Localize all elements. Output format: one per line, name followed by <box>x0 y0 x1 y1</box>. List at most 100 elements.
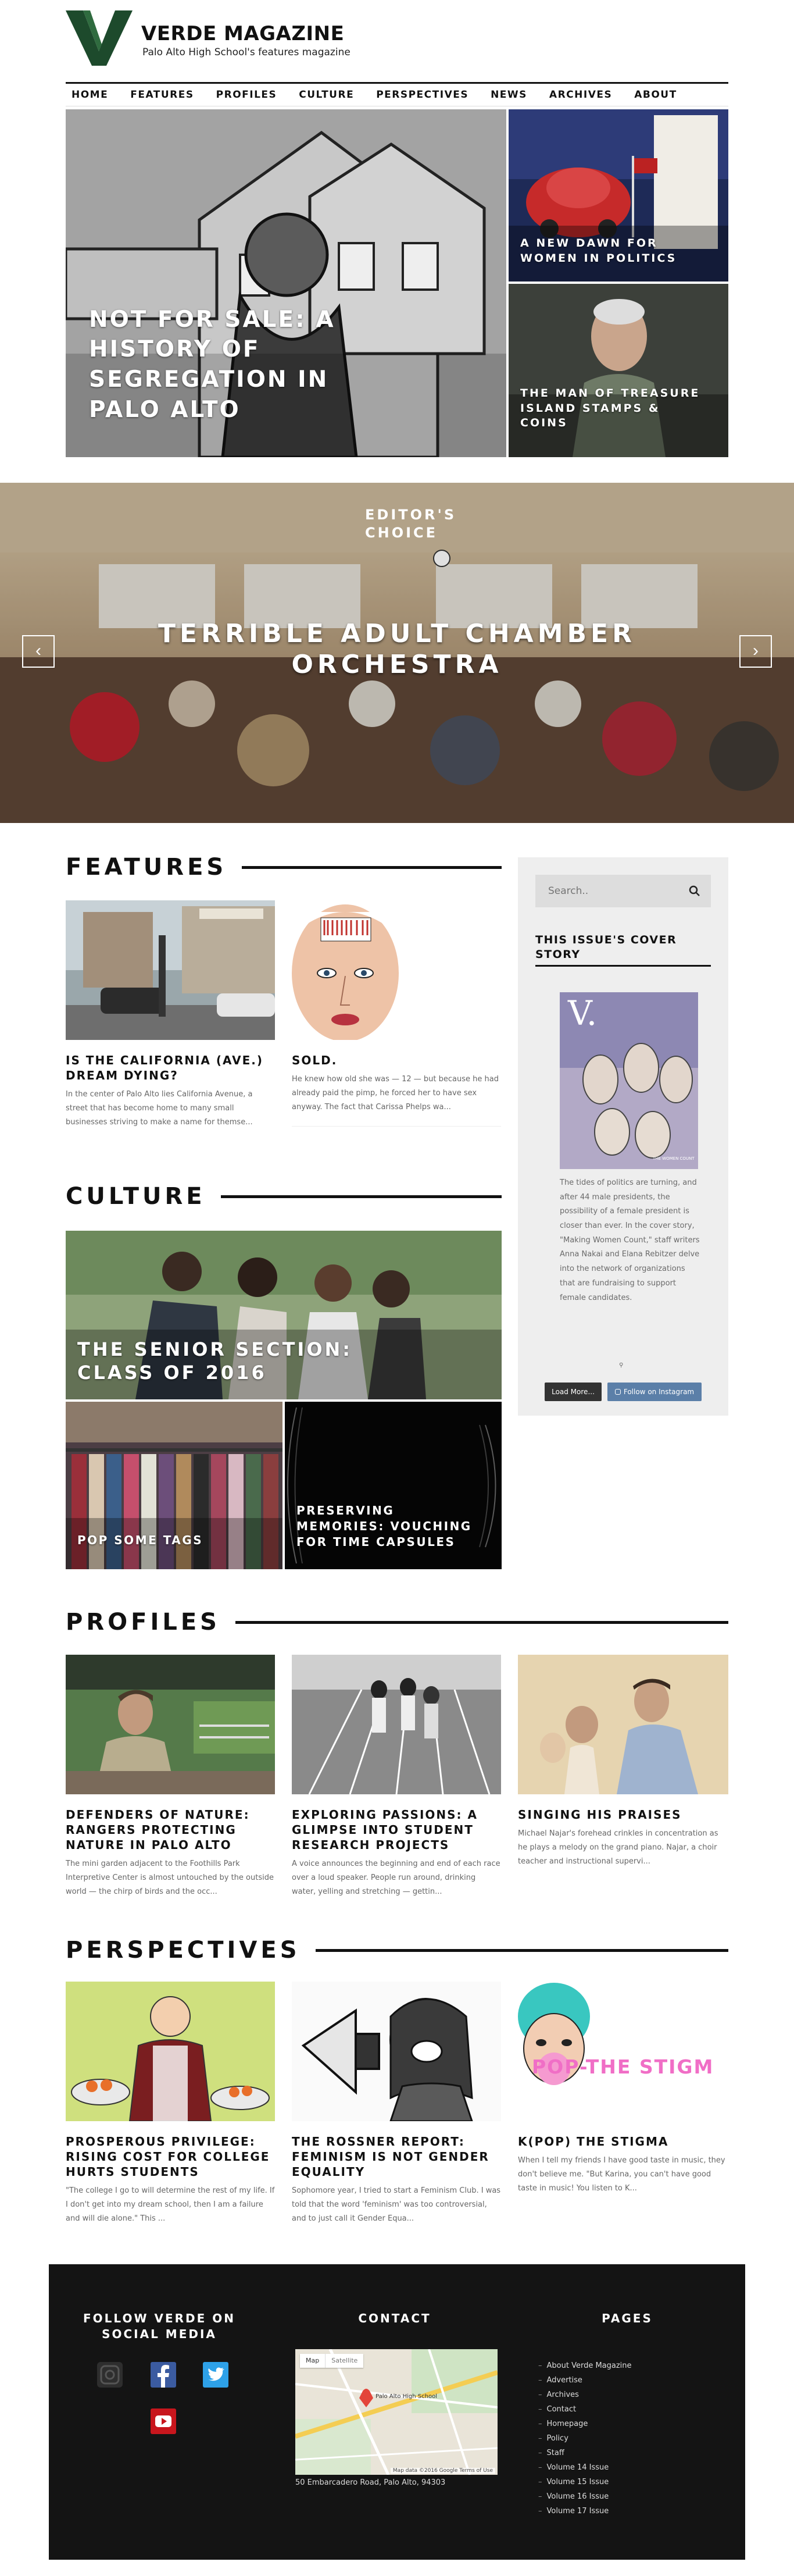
map-school-label: Palo Alto High School <box>375 2393 437 2400</box>
nav-culture[interactable]: CULTURE <box>299 89 354 101</box>
culture-story-pop-some-tags[interactable]: POP SOME TAGS <box>66 1402 282 1569</box>
youtube-icon[interactable] <box>149 2407 178 2436</box>
feature-thumbnail[interactable] <box>66 900 275 1040</box>
contact-address: 50 Embarcadero Road, Palo Alto, 94303 <box>295 2478 446 2487</box>
footer-page-link[interactable]: Archives <box>538 2388 632 2402</box>
footer-page-link[interactable]: Volume 17 Issue <box>538 2504 632 2518</box>
features-heading[interactable]: FEATURES <box>66 854 227 881</box>
footer-page-link[interactable]: About Verde Magazine <box>538 2358 632 2373</box>
twitter-icon[interactable] <box>201 2360 230 2389</box>
feature-card[interactable]: SOLD. He knew how old she was — 12 — but… <box>292 900 501 1127</box>
cover-image[interactable]: V. THE WOMEN COUNT <box>560 992 698 1169</box>
follow-instagram-button[interactable]: Follow on Instagram <box>607 1383 702 1401</box>
footer-page-link[interactable]: Volume 14 Issue <box>538 2460 632 2475</box>
perspective-title[interactable]: K(POP) THE STIGMA <box>518 2134 728 2149</box>
search-icon[interactable] <box>689 885 700 897</box>
perspective-card[interactable]: PROSPEROUS PRIVILEGE: RISING COST FOR CO… <box>66 1982 275 2226</box>
feature-excerpt: He knew how old she was — 12 — but becau… <box>292 1075 499 1112</box>
hero-story-women-politics[interactable]: A NEW DAWN FOR WOMEN IN POLITICS <box>509 109 728 282</box>
perspectives-section-header: PERSPECTIVES <box>66 1937 728 1964</box>
profile-title[interactable]: DEFENDERS OF NATURE: RANGERS PROTECTING … <box>66 1807 275 1852</box>
instagram-icon[interactable] <box>95 2360 124 2389</box>
profiles-heading[interactable]: PROFILES <box>66 1609 220 1636</box>
footer-page-link[interactable]: Homepage <box>538 2417 632 2431</box>
hero-main-story[interactable]: NOT FOR SALE: A HISTORY OF SEGREGATION I… <box>66 109 506 457</box>
editors-choice-label: EDITOR'S CHOICE <box>0 506 794 542</box>
hero-main-title[interactable]: NOT FOR SALE: A HISTORY OF SEGREGATION I… <box>89 305 391 425</box>
profile-thumbnail[interactable] <box>518 1655 728 1794</box>
profile-thumbnail[interactable] <box>292 1655 501 1794</box>
slider-prev-button[interactable]: ‹ <box>22 635 55 668</box>
site-tagline: Palo Alto High School's features magazin… <box>142 47 350 58</box>
map-tab-map[interactable]: Map <box>300 2354 325 2368</box>
feature-thumbnail[interactable] <box>292 900 501 1040</box>
magazine-cover: V. THE WOMEN COUNT <box>560 992 698 1169</box>
footer-page-link[interactable]: Policy <box>538 2431 632 2446</box>
perspective-title[interactable]: THE ROSSNER REPORT: FEMINISM IS NOT GEND… <box>292 2134 501 2179</box>
nav-perspectives[interactable]: PERSPECTIVES <box>376 89 468 101</box>
cover-letter: V. <box>567 993 597 1033</box>
culture-right-title[interactable]: PRESERVING MEMORIES: VOUCHING FOR TIME C… <box>296 1503 482 1550</box>
footer-contact-title: CONTACT <box>358 2311 431 2325</box>
profile-card[interactable]: SINGING HIS PRAISES Michael Najar's fore… <box>518 1655 728 1869</box>
hero-r2-title[interactable]: THE MAN OF TREASURE ISLAND STAMPS & COIN… <box>520 386 706 431</box>
sidebar: THIS ISSUE'S COVER STORY V. THE WOMEN CO… <box>518 857 728 1416</box>
search-box[interactable] <box>535 875 711 907</box>
perspective-card[interactable]: THE ROSSNER REPORT: FEMINISM IS NOT GEND… <box>292 1982 501 2226</box>
site-title[interactable]: VERDE MAGAZINE <box>141 22 344 45</box>
search-input[interactable] <box>535 875 681 907</box>
nav-news[interactable]: NEWS <box>491 89 527 101</box>
perspective-card[interactable]: POP-THE STIGM K(POP) THE STIGMA When I t… <box>518 1982 728 2196</box>
profile-title[interactable]: SINGING HIS PRAISES <box>518 1807 728 1822</box>
perspective-thumbnail[interactable]: POP-THE STIGM <box>518 1982 728 2121</box>
footer-pages-title: PAGES <box>602 2311 653 2325</box>
footer-page-link[interactable]: Volume 15 Issue <box>538 2475 632 2489</box>
culture-left-title[interactable]: POP SOME TAGS <box>77 1533 203 1547</box>
profile-card[interactable]: EXPLORING PASSIONS: A GLIMPSE INTO STUDE… <box>292 1655 501 1899</box>
footer-page-link[interactable]: Staff <box>538 2446 632 2460</box>
feature-title[interactable]: SOLD. <box>292 1053 501 1068</box>
load-more-button[interactable]: Load More... <box>545 1383 602 1401</box>
profile-card[interactable]: DEFENDERS OF NATURE: RANGERS PROTECTING … <box>66 1655 275 1899</box>
nav-about[interactable]: ABOUT <box>634 89 677 101</box>
nav-features[interactable]: FEATURES <box>130 89 194 101</box>
culture-story-time-capsules[interactable]: PRESERVING MEMORIES: VOUCHING FOR TIME C… <box>285 1402 502 1569</box>
nav-home[interactable]: HOME <box>71 89 108 101</box>
feature-title[interactable]: IS THE CALIFORNIA (AVE.) DREAM DYING? <box>66 1053 275 1083</box>
footer-page-link[interactable]: Contact <box>538 2402 632 2417</box>
cover-story-heading: THIS ISSUE'S COVER STORY <box>535 933 711 967</box>
culture-main-story[interactable]: THE SENIOR SECTION: CLASS OF 2016 <box>66 1231 502 1399</box>
hero-story-treasure-island[interactable]: THE MAN OF TREASURE ISLAND STAMPS & COIN… <box>509 284 728 457</box>
editors-choice-slider[interactable]: EDITOR'S CHOICE TERRIBLE ADULT CHAMBER O… <box>0 483 794 823</box>
profile-excerpt: Michael Najar's forehead crinkles in con… <box>518 1829 718 1866</box>
perspective-title[interactable]: PROSPEROUS PRIVILEGE: RISING COST FOR CO… <box>66 2134 275 2179</box>
footer-page-link[interactable]: Advertise <box>538 2373 632 2388</box>
hero-grid: NOT FOR SALE: A HISTORY OF SEGREGATION I… <box>66 109 728 457</box>
footer-page-link[interactable]: Volume 16 Issue <box>538 2489 632 2504</box>
choir-teacher-image <box>518 1655 728 1794</box>
privilege-illustration <box>66 1982 275 2121</box>
profile-thumbnail[interactable] <box>66 1655 275 1794</box>
profile-title[interactable]: EXPLORING PASSIONS: A GLIMPSE INTO STUDE… <box>292 1807 501 1852</box>
culture-main-title[interactable]: THE SENIOR SECTION: CLASS OF 2016 <box>77 1338 380 1384</box>
perspectives-heading[interactable]: PERSPECTIVES <box>66 1937 301 1964</box>
nav-archives[interactable]: ARCHIVES <box>549 89 612 101</box>
facebook-icon[interactable] <box>149 2360 178 2389</box>
slider-story-title[interactable]: TERRIBLE ADULT CHAMBER ORCHESTRA <box>0 619 794 680</box>
section-rule <box>315 1948 728 1952</box>
slider-next-button[interactable]: › <box>739 635 772 668</box>
perspective-thumbnail[interactable] <box>292 1982 501 2121</box>
perspective-thumbnail[interactable] <box>66 1982 275 2121</box>
footer-social-title: FOLLOW VERDE ON SOCIAL MEDIA <box>72 2311 246 2342</box>
map-credit[interactable]: Map data ©2016 Google Terms of Use <box>390 2468 495 2474</box>
nav-profiles[interactable]: PROFILES <box>216 89 277 101</box>
culture-heading[interactable]: CULTURE <box>66 1183 206 1210</box>
hero-r1-title[interactable]: A NEW DAWN FOR WOMEN IN POLITICS <box>520 236 695 266</box>
feature-card[interactable]: IS THE CALIFORNIA (AVE.) DREAM DYING? In… <box>66 900 275 1130</box>
profile-excerpt: A voice announces the beginning and end … <box>292 1859 500 1897</box>
slider-story-title-text[interactable]: TERRIBLE ADULT CHAMBER ORCHESTRA <box>147 619 647 680</box>
logo-v-mark[interactable] <box>66 10 133 66</box>
map-tab-satellite[interactable]: Satellite <box>325 2354 363 2368</box>
perspective-excerpt: "The college I go to will determine the … <box>66 2186 275 2224</box>
location-map[interactable]: Map Satellite Palo Alto High School Map … <box>295 2349 498 2475</box>
